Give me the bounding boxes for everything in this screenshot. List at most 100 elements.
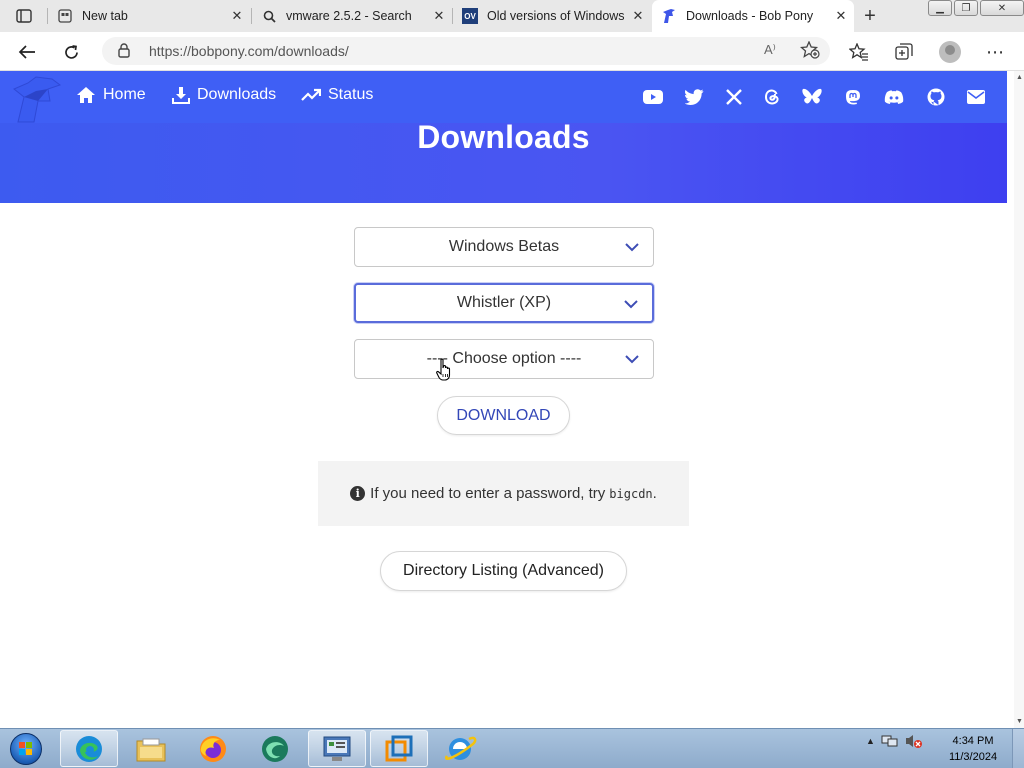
show-desktop-button[interactable]	[1012, 729, 1024, 768]
nav-downloads-label: Downloads	[197, 86, 277, 103]
new-tab-button[interactable]: +	[858, 4, 882, 28]
close-tab-icon[interactable]: ✕	[832, 7, 850, 25]
download-button-label: DOWNLOAD	[456, 406, 551, 424]
taskbar-vmware[interactable]	[370, 730, 428, 767]
tab-title: Old versions of Windows	[487, 9, 625, 23]
add-favorite-icon[interactable]	[799, 40, 820, 64]
url-text[interactable]: https://bobpony.com/downloads/	[149, 43, 349, 59]
refresh-button[interactable]	[58, 39, 84, 65]
tab-new-tab[interactable]: New tab ✕	[47, 0, 250, 32]
newtab-icon	[57, 8, 73, 24]
close-tab-icon[interactable]: ✕	[228, 7, 246, 25]
browser-window: New tab ✕ vmware 2.5.2 - Search ✕ OV Old…	[0, 0, 1024, 768]
minimize-button[interactable]: ▁	[928, 0, 952, 16]
version-select-value: Whistler (XP)	[456, 294, 552, 311]
collections-button[interactable]	[891, 39, 917, 65]
x-icon[interactable]	[724, 87, 744, 107]
taskbar-app[interactable]	[246, 730, 304, 767]
favorites-icon	[849, 43, 868, 61]
tray-expand-icon[interactable]: ▲	[866, 736, 875, 746]
youtube-icon[interactable]	[643, 87, 663, 107]
back-arrow-icon	[18, 45, 35, 59]
category-select-value: Windows Betas	[448, 238, 560, 255]
taskbar-edge[interactable]	[60, 730, 118, 767]
trend-icon	[301, 88, 321, 101]
hand-cursor-icon	[436, 358, 451, 381]
tab-search[interactable]: vmware 2.5.2 - Search ✕	[251, 0, 452, 32]
close-window-button[interactable]: ✕	[980, 0, 1024, 16]
taskbar-clock[interactable]: 4:34 PM 11/3/2024	[938, 733, 1008, 765]
bobpony-icon	[661, 8, 677, 24]
bluesky-icon[interactable]	[802, 87, 822, 107]
edge-icon	[76, 735, 102, 762]
volume-muted-icon[interactable]	[905, 733, 923, 749]
mastodon-icon[interactable]	[843, 87, 863, 107]
nav-status-label: Status	[328, 86, 374, 103]
scroll-up-icon[interactable]: ▲	[1016, 74, 1023, 81]
download-button[interactable]: DOWNLOAD	[437, 396, 570, 435]
build-select[interactable]: ---- Choose option ----	[354, 339, 654, 379]
nav-home-label: Home	[103, 86, 146, 103]
settings-more-button[interactable]: ⋯	[982, 39, 1008, 65]
tab-strip: New tab ✕ vmware 2.5.2 - Search ✕ OV Old…	[0, 0, 1024, 32]
clock-time: 4:34 PM	[952, 735, 994, 747]
twitter-icon[interactable]	[684, 87, 704, 107]
minimize-icon: ▁	[936, 2, 944, 14]
windows-start-icon	[10, 733, 42, 765]
lock-icon[interactable]	[118, 43, 130, 63]
tab-bobpony-downloads[interactable]: Downloads - Bob Pony ✕	[652, 0, 854, 32]
favorites-button[interactable]	[846, 39, 872, 65]
chevron-down-icon	[624, 300, 638, 309]
close-icon: ✕	[997, 2, 1007, 14]
back-button[interactable]	[14, 39, 40, 65]
category-select[interactable]: Windows Betas	[354, 227, 654, 267]
tab-old-versions[interactable]: OV Old versions of Windows ✕	[452, 0, 651, 32]
directory-listing-label: Directory Listing (Advanced)	[403, 562, 604, 579]
restore-button[interactable]: ❐	[954, 0, 978, 16]
system-tray: ▲	[866, 733, 923, 749]
info-end: .	[652, 485, 657, 502]
avatar	[939, 41, 961, 63]
directory-listing-button[interactable]: Directory Listing (Advanced)	[380, 551, 627, 591]
password-info-box: i If you need to enter a password, try b…	[318, 461, 689, 526]
scroll-down-icon[interactable]: ▼	[1016, 718, 1023, 725]
address-bar[interactable]: https://bobpony.com/downloads/ A⁾	[102, 37, 830, 65]
github-icon[interactable]	[926, 87, 946, 107]
chevron-down-icon	[625, 355, 639, 364]
password-code: bigcdn	[609, 486, 653, 501]
taskbar-explorer[interactable]	[122, 730, 180, 767]
start-button[interactable]	[4, 731, 48, 767]
bobpony-logo[interactable]	[12, 75, 62, 123]
threads-icon[interactable]	[762, 87, 782, 107]
page-title: Downloads	[417, 119, 590, 155]
more-icon: ⋯	[986, 41, 1004, 62]
close-tab-icon[interactable]: ✕	[430, 7, 448, 25]
ov-icon: OV	[462, 8, 478, 24]
discord-icon[interactable]	[884, 87, 904, 107]
clock-date: 11/3/2024	[948, 751, 998, 763]
nav-home[interactable]: Home	[76, 86, 146, 104]
profile-button[interactable]	[937, 39, 963, 65]
read-aloud-icon[interactable]: A⁾	[764, 42, 776, 58]
page-scrollbar[interactable]: ▲ ▼	[1014, 71, 1024, 728]
taskbar-control-panel[interactable]	[308, 730, 366, 767]
ie-icon	[445, 736, 477, 760]
nav-downloads[interactable]: Downloads	[172, 86, 276, 104]
taskbar-firefox[interactable]	[184, 730, 242, 767]
version-select[interactable]: Whistler (XP)	[354, 283, 654, 323]
mail-icon[interactable]	[966, 87, 986, 107]
search-icon	[261, 8, 277, 24]
window-controls: ▁ ❐ ✕	[928, 0, 1024, 16]
tab-actions-button[interactable]	[8, 5, 40, 27]
page-viewport: Home Downloads Status Downloads Windows …	[0, 71, 1014, 728]
close-tab-icon[interactable]: ✕	[629, 7, 647, 25]
nav-status[interactable]: Status	[301, 86, 373, 104]
chevron-down-icon	[625, 243, 639, 252]
network-icon[interactable]	[881, 733, 899, 749]
tab-title: vmware 2.5.2 - Search	[286, 9, 412, 23]
app-icon	[262, 735, 288, 762]
taskbar-ie[interactable]	[432, 730, 490, 767]
browser-toolbar: https://bobpony.com/downloads/ A⁾ ⋯	[0, 32, 1024, 71]
vmware-icon	[385, 735, 413, 761]
restore-icon: ❐	[961, 2, 971, 14]
